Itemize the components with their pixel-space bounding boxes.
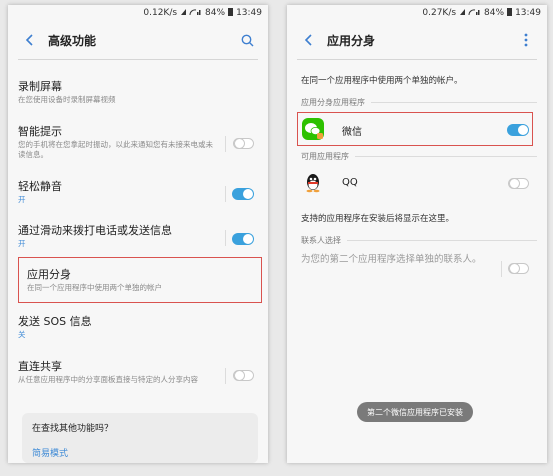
section-label: 应用分身应用程序 [301, 98, 365, 107]
status-bar: 0.27K/s 84% 13:49 [287, 5, 547, 21]
setting-screen-recorder[interactable]: 录制屏幕 在您使用设备时录制屏幕视频 [18, 80, 258, 105]
clock: 13:49 [515, 8, 541, 18]
setting-easy-mute[interactable]: 轻松静音 开 [18, 180, 258, 205]
item-title: 智能提示 [18, 125, 62, 138]
item-subtitle: 开 [18, 239, 26, 248]
divider [297, 59, 537, 60]
qq-icon [302, 171, 324, 193]
clock: 13:49 [236, 8, 262, 18]
battery-level: 84% [205, 8, 226, 18]
wechat-label: 微信 [342, 127, 362, 138]
toast-message: 第二个微信应用程序已安装 [357, 402, 473, 422]
item-title: 轻松静音 [18, 180, 62, 193]
battery-icon [228, 7, 234, 19]
help-question: 在查找其他功能吗？ [32, 424, 114, 434]
highlight-box [297, 112, 533, 146]
setting-smart-alert[interactable]: 智能提示 您的手机将在您拿起时振动，以此来通知您有未接来电或未读信息。 [18, 125, 216, 160]
section-header-installed: 应用分身应用程序 [301, 97, 537, 108]
divider [225, 136, 226, 152]
qq-label: QQ [342, 177, 358, 188]
qq-toggle[interactable] [508, 178, 529, 189]
section-header-contacts: 联系人选择 [301, 235, 537, 246]
signal-icon [180, 7, 202, 19]
network-speed: 0.27K/s [422, 8, 457, 18]
contacts-selection-text[interactable]: 为您的第二个应用程序选择单独的联系人。 [301, 253, 486, 267]
item-title: 直连共享 [18, 360, 62, 373]
item-subtitle: 您的手机将在您拿起时振动，以此来通知您有未接来电或未读信息。 [18, 140, 213, 159]
contacts-toggle[interactable] [508, 263, 529, 274]
direct-share-toggle[interactable] [233, 370, 254, 381]
item-subtitle: 关 [18, 330, 26, 339]
item-subtitle: 开 [18, 195, 26, 204]
network-speed: 0.12K/s [143, 8, 178, 18]
back-button[interactable] [297, 28, 321, 52]
page-title: 高级功能 [48, 33, 97, 48]
item-title: 发送 SOS 信息 [18, 315, 92, 328]
status-bar: 0.12K/s 84% 13:49 [8, 5, 268, 21]
setting-swipe-to-call[interactable]: 通过滑动来拨打电话或发送信息 开 [18, 224, 258, 249]
easy-mute-toggle[interactable] [232, 188, 254, 200]
wechat-icon [302, 118, 324, 140]
setting-send-sos[interactable]: 发送 SOS 信息 关 [18, 315, 258, 340]
description-text: 在同一个应用程序中使用两个单独的帐户。 [301, 76, 463, 86]
search-icon [241, 34, 253, 46]
divider [501, 261, 502, 277]
wechat-toggle[interactable] [507, 124, 529, 136]
item-subtitle: 在您使用设备时录制屏幕视频 [18, 95, 116, 104]
item-subtitle: 从任意应用程序中的分享面板直接与特定的人分享内容 [18, 375, 198, 384]
right-screen: 0.27K/s 84% 13:49 应用分身 在同一个应用程序中使用两个单独的帐… [287, 5, 547, 463]
more-options-button[interactable] [515, 29, 537, 51]
smart-alert-toggle[interactable] [233, 138, 254, 149]
battery-icon [507, 7, 513, 19]
supported-apps-note: 支持的应用程序在安装后将显示在这里。 [301, 214, 455, 224]
setting-dual-messenger[interactable]: 应用分身 在同一个应用程序中使用两个单独的帐户 [27, 268, 258, 293]
section-label: 联系人选择 [301, 236, 341, 245]
item-title: 应用分身 [27, 268, 71, 281]
section-label: 可用应用程序 [301, 152, 349, 161]
chevron-left-icon [25, 34, 33, 46]
signal-icon [459, 7, 481, 19]
setting-direct-share[interactable]: 直连共享 从任意应用程序中的分享面板直接与特定的人分享内容 [18, 360, 216, 385]
swipe-to-call-toggle[interactable] [232, 233, 254, 245]
more-vertical-icon [524, 33, 528, 47]
left-screen: 0.12K/s 84% 13:49 高级功能 录制屏幕 在您使用设备时录制屏幕视… [8, 5, 268, 463]
page-title: 应用分身 [327, 33, 376, 48]
chevron-left-icon [304, 34, 312, 46]
search-button[interactable] [236, 29, 258, 51]
item-subtitle: 在同一个应用程序中使用两个单独的帐户 [27, 283, 162, 292]
divider [18, 59, 258, 60]
battery-level: 84% [484, 8, 505, 18]
item-title: 录制屏幕 [18, 80, 62, 93]
easy-mode-link[interactable]: 简易模式 [32, 446, 248, 459]
app-bar: 应用分身 [287, 21, 547, 59]
help-card: 在查找其他功能吗？ 简易模式 [22, 413, 258, 463]
section-header-available: 可用应用程序 [301, 151, 537, 162]
app-bar: 高级功能 [8, 21, 268, 59]
divider [225, 230, 226, 246]
divider [225, 186, 226, 202]
item-title: 通过滑动来拨打电话或发送信息 [18, 224, 172, 237]
divider [225, 368, 226, 384]
back-button[interactable] [18, 28, 42, 52]
